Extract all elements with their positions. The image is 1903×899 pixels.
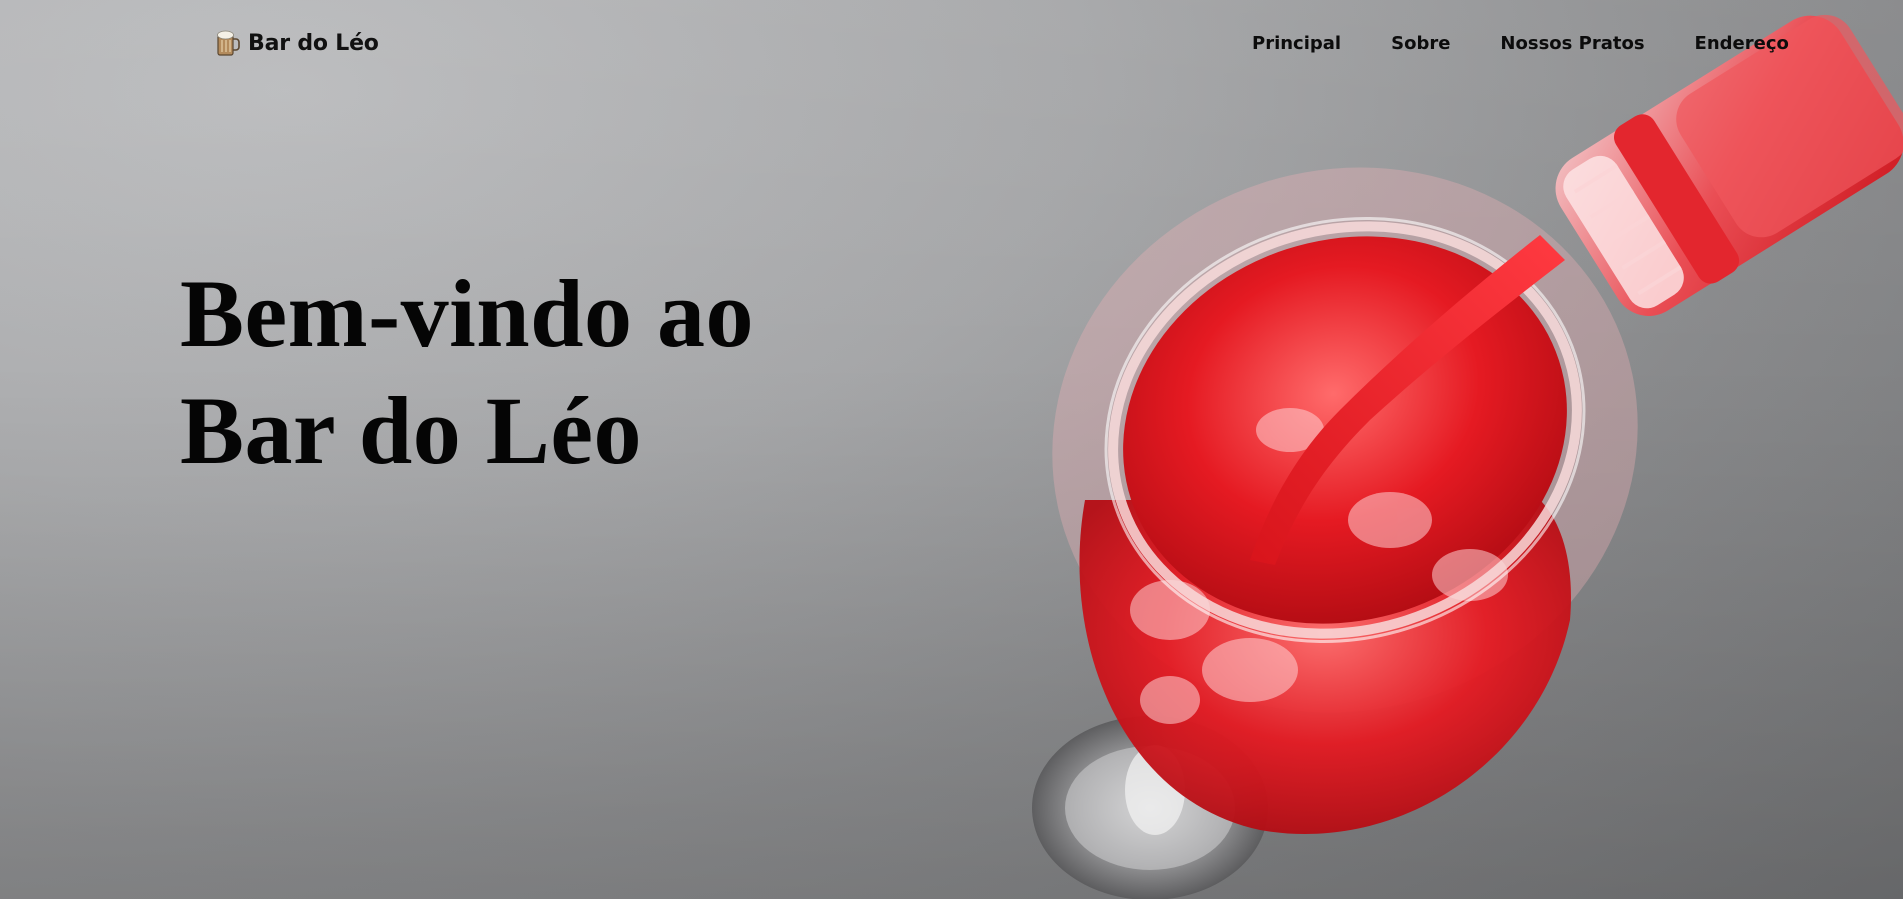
beer-mug-icon	[217, 30, 240, 56]
hero-title-line-2: Bar do Léo	[180, 377, 642, 484]
brand-name: Bar do Léo	[248, 30, 379, 56]
nav-item-principal[interactable]: Principal	[1252, 33, 1341, 54]
nav-item-endereco[interactable]: Endereço	[1695, 33, 1789, 54]
hero-title-line-1: Bem-vindo ao	[180, 260, 755, 367]
nav-item-sobre[interactable]: Sobre	[1391, 33, 1450, 54]
site-header: Bar do Léo Principal Sobre Nossos Pratos…	[0, 0, 1903, 90]
hero-title: Bem-vindo ao Bar do Léo	[180, 255, 880, 489]
main-nav: Principal Sobre Nossos Pratos Endereço	[1252, 33, 1789, 54]
nav-item-nossos-pratos[interactable]: Nossos Pratos	[1500, 33, 1644, 54]
brand-logo-link[interactable]: Bar do Léo	[216, 29, 379, 57]
